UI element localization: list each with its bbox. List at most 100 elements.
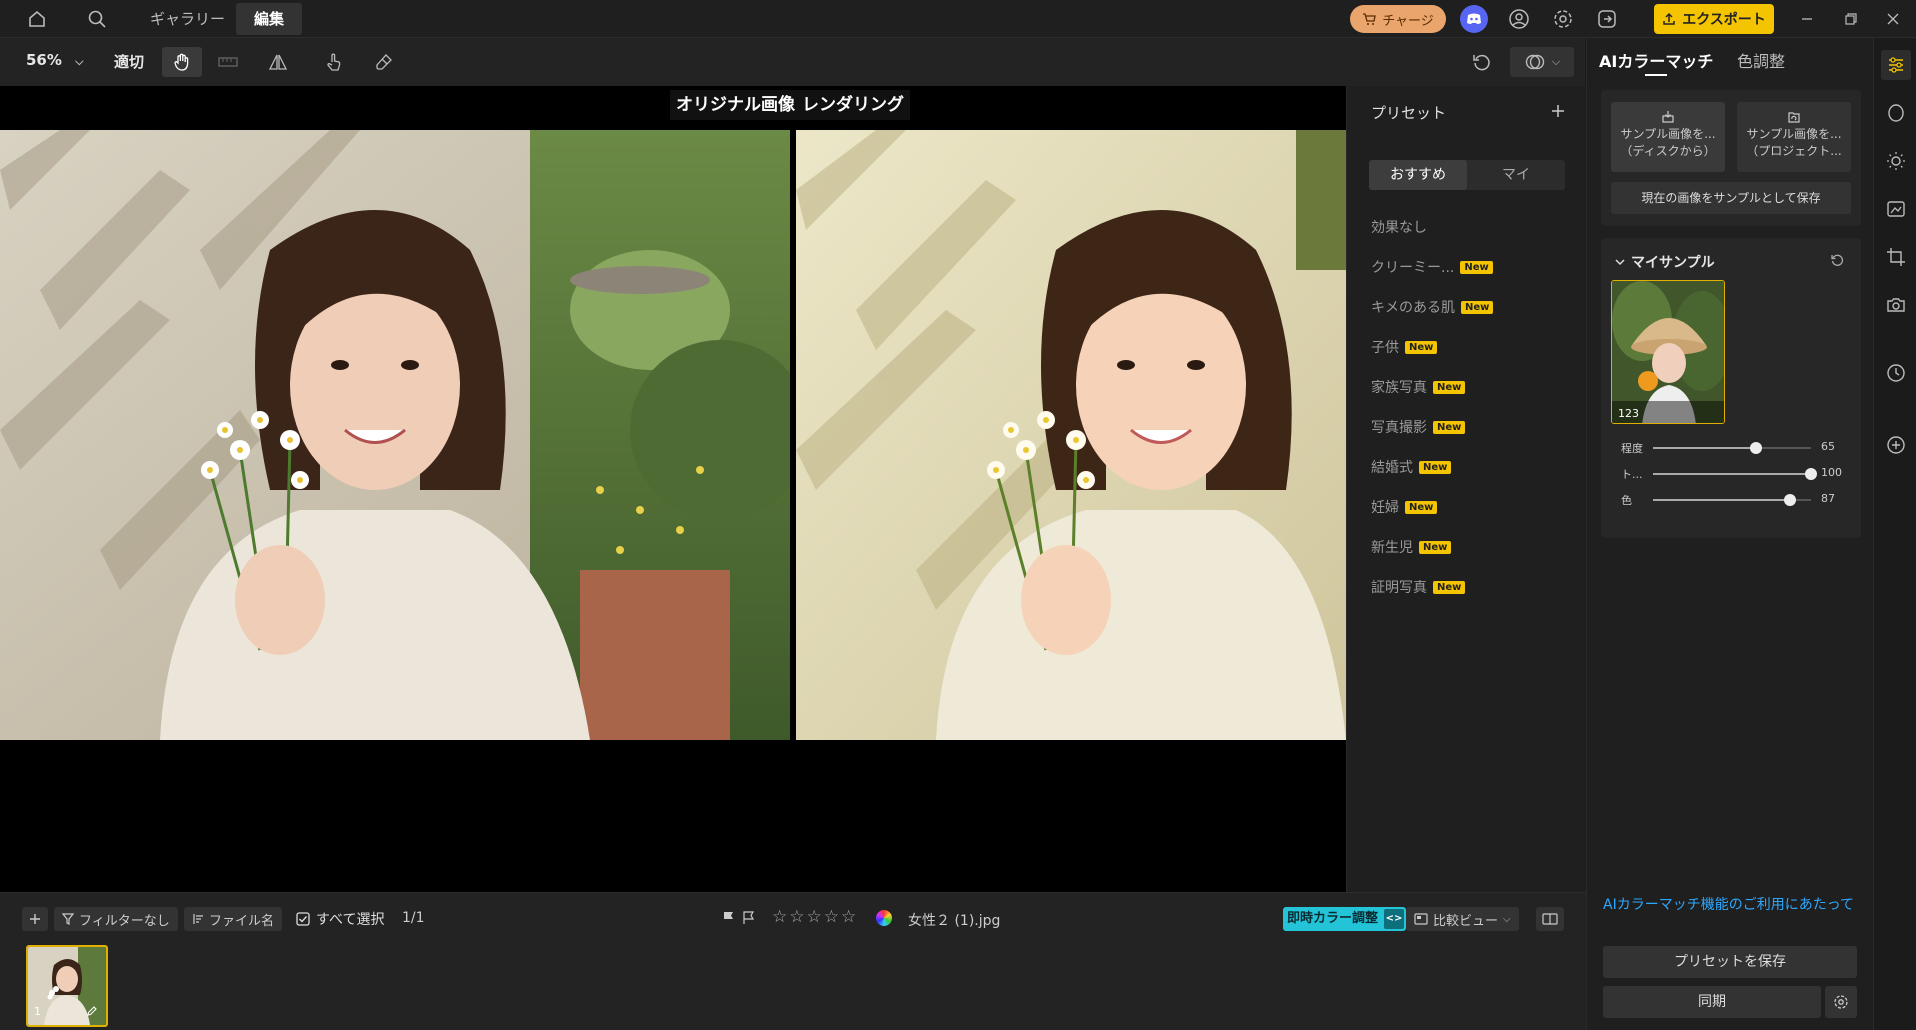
new-badge: New [1433,580,1466,594]
filter-icon [62,913,74,925]
minimize-icon[interactable] [1792,6,1822,32]
filmstrip-thumbnail[interactable]: 1 [26,945,108,1027]
slider-knob[interactable] [1784,494,1797,506]
preset-item-none[interactable]: 効果なし [1371,214,1427,240]
color-slider[interactable]: 色 87 [1611,489,1851,511]
preset-item-label: 新生児 [1371,540,1413,556]
file-name: 女性２ (1).jpg [908,913,1001,929]
sort-by-filename-button[interactable]: ファイル名 [184,907,283,931]
my-samples-toggle[interactable]: マイサンプル [1615,252,1715,272]
preset-tabs: おすすめ マイ [1369,160,1565,190]
preset-item-id-photo[interactable]: 証明写真 New [1371,574,1466,600]
straighten-icon[interactable] [208,47,248,77]
star-icon[interactable]: ☆ [824,907,841,927]
ai-color-match-info-link[interactable]: AIカラーマッチ機能のご利用にあたって [1603,894,1854,914]
add-circle-icon[interactable] [1881,430,1911,460]
close-icon[interactable] [1878,6,1908,32]
hand-tool-icon[interactable] [162,47,202,77]
tab-edit[interactable]: 編集 [236,3,303,35]
fit-button[interactable]: 適切 [114,51,144,72]
tone-slider[interactable]: ト... 100 [1611,463,1851,485]
sample-from-project-button[interactable]: サンプル画像を... （プロジェクト... [1737,102,1851,172]
account-icon[interactable] [1506,6,1532,32]
page-count: 1/1 [402,910,425,926]
slider-track[interactable] [1653,468,1817,480]
sync-button[interactable]: 同期 [1603,986,1821,1018]
filter-button[interactable]: フィルターなし [54,907,178,931]
crop-icon[interactable] [1881,242,1911,272]
restore-icon[interactable] [1836,6,1866,32]
new-badge: New [1433,420,1466,434]
home-icon[interactable] [24,6,50,32]
preset-item-children[interactable]: 子供 New [1371,334,1438,360]
preset-item-photoshoot[interactable]: 写真撮影 New [1371,414,1466,440]
flag-icon[interactable] [722,911,736,925]
save-preset-button[interactable]: プリセットを保存 [1603,946,1857,978]
add-image-button[interactable] [22,907,48,931]
degree-slider[interactable]: 程度 65 [1611,437,1851,459]
rendered-image-label: レンダリング [796,90,910,120]
charge-button[interactable]: チャージ [1350,5,1446,33]
preset-item-maternity[interactable]: 妊婦 New [1371,494,1438,520]
brightness-icon[interactable] [1881,146,1911,176]
color-label-icon[interactable] [876,910,892,926]
preset-item-wedding[interactable]: 結婚式 New [1371,454,1452,480]
eraser-icon[interactable] [364,47,404,77]
reject-flag-icon[interactable] [742,911,756,925]
my-samples-card: マイサンプル 123 程度 65 ト... 100 色 87 [1601,238,1861,538]
settings-gear-icon[interactable] [1550,6,1576,32]
slider-track[interactable] [1653,494,1811,506]
slider-value: 100 [1821,466,1842,479]
search-icon[interactable] [84,6,110,32]
star-icon[interactable]: ☆ [807,907,824,927]
portrait-icon[interactable] [1881,98,1911,128]
toolbar: 56% ⌵ 適切 ⌵ [0,38,1585,86]
export-button[interactable]: エクスポート [1654,4,1774,34]
sync-settings-gear-icon[interactable] [1825,986,1857,1018]
image-edit-icon[interactable] [1881,194,1911,224]
disk-image-icon [1611,110,1725,124]
tab-ai-color-match[interactable]: AIカラーマッチ [1599,48,1713,72]
save-current-as-sample-button[interactable]: 現在の画像をサンプルとして保存 [1611,182,1851,214]
star-icon[interactable]: ☆ [841,907,858,927]
code-toggle-icon[interactable]: <> [1384,909,1405,929]
tab-recommended[interactable]: おすすめ [1369,160,1467,190]
live-color-adjust-button[interactable]: 即時カラー調整 <> [1283,907,1407,931]
flip-icon[interactable] [258,47,298,77]
tab-color-adjust[interactable]: 色調整 [1737,48,1785,72]
star-icon[interactable]: ☆ [772,907,789,927]
preset-item-family[interactable]: 家族写真 New [1371,374,1466,400]
slider-knob[interactable] [1749,442,1762,454]
star-icon[interactable]: ☆ [789,907,806,927]
preset-item-newborn[interactable]: 新生児 New [1371,534,1452,560]
slider-track[interactable] [1653,442,1811,454]
reset-icon[interactable] [1462,47,1502,77]
preset-item-label: 子供 [1371,340,1399,356]
slider-knob[interactable] [1805,468,1817,480]
sign-in-icon[interactable] [1594,6,1620,32]
sample-name: 123 [1618,407,1639,420]
preset-item-creamy[interactable]: クリーミー... New [1371,254,1493,280]
adjust-sliders-icon[interactable] [1881,50,1911,80]
discord-icon[interactable] [1460,5,1488,33]
tab-my-presets[interactable]: マイ [1467,160,1565,190]
tab-gallery[interactable]: ギャラリー [132,3,243,35]
select-all-checkbox[interactable]: すべて選択 [296,909,384,929]
preset-item-textured-skin[interactable]: キメのある肌 New [1371,294,1494,320]
split-view-icon[interactable] [1536,907,1564,931]
sample-project-line1: サンプル画像を... [1746,127,1842,141]
sample-thumbnail[interactable]: 123 [1611,280,1725,424]
star-rating[interactable]: ☆☆☆☆☆ [772,907,858,927]
camera-icon[interactable] [1881,290,1911,320]
touch-tool-icon[interactable] [314,47,354,77]
overlay-mode-dropdown[interactable]: ⌵ [1510,47,1574,77]
add-preset-icon[interactable] [1543,96,1573,126]
compare-view-dropdown[interactable]: 比較ビュー ⌵ [1406,907,1519,931]
slider-value: 87 [1821,492,1835,505]
refresh-icon[interactable] [1827,250,1847,270]
select-all-label: すべて選択 [316,912,385,928]
zoom-dropdown[interactable]: 56% ⌵ [26,51,83,69]
image-canvas[interactable]: オリジナル画像 レンダリング [0,86,1346,892]
history-clock-icon[interactable] [1881,358,1911,388]
sample-from-disk-button[interactable]: サンプル画像を... （ディスクから） [1611,102,1725,172]
